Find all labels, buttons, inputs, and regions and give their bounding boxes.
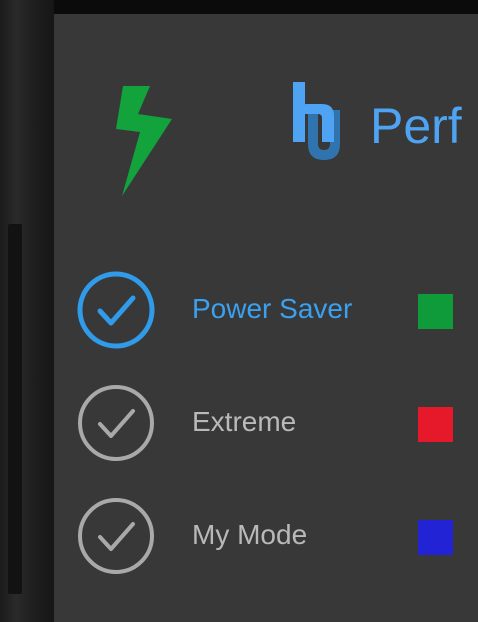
check-circle-icon[interactable]	[76, 270, 156, 350]
device-frame-top	[54, 0, 478, 14]
mode-label: My Mode	[192, 519, 308, 550]
mode-option-extreme[interactable]: Extreme	[0, 383, 478, 463]
mode-option-power-saver[interactable]: Power Saver	[0, 270, 478, 350]
lightning-bolt-icon	[116, 86, 172, 196]
mode-color-swatch[interactable]	[418, 294, 453, 329]
check-circle-icon[interactable]	[76, 383, 156, 463]
mode-option-my-mode[interactable]: My Mode	[0, 496, 478, 576]
mode-label: Extreme	[192, 406, 297, 437]
brand-logo-icon	[293, 82, 340, 160]
mode-color-swatch[interactable]	[418, 407, 453, 442]
mode-label: Power Saver	[192, 293, 353, 324]
mode-color-swatch[interactable]	[418, 520, 453, 555]
check-circle-icon[interactable]	[76, 496, 156, 576]
app-title: Perf	[370, 98, 462, 154]
